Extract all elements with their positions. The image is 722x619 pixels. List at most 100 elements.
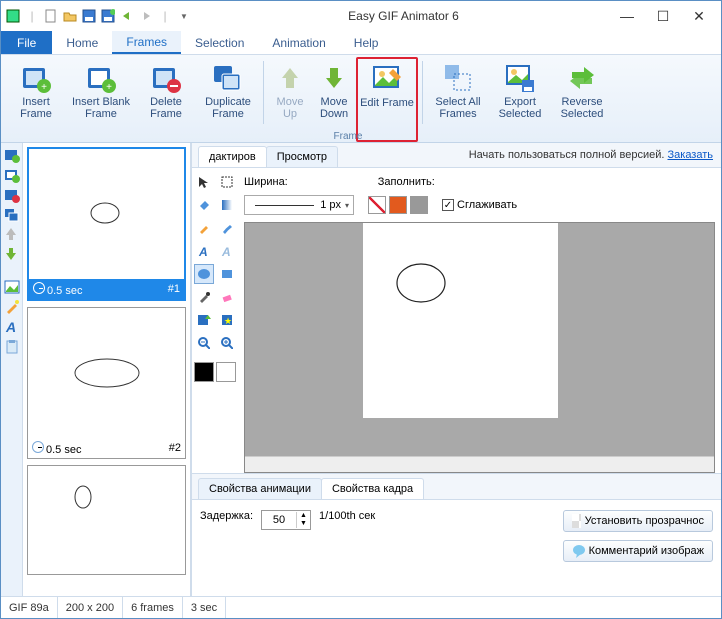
tab-frame-props[interactable]: Свойства кадра — [321, 478, 424, 499]
cursor-tool[interactable] — [194, 172, 214, 192]
frame-index: #2 — [169, 442, 181, 454]
open-icon[interactable] — [62, 8, 78, 24]
import-tool[interactable] — [194, 310, 214, 330]
frame-item[interactable] — [27, 465, 186, 575]
move-up-button[interactable]: Move Up — [268, 57, 312, 142]
set-transparent-button[interactable]: Установить прозрачнос — [563, 510, 713, 532]
side-magic-icon[interactable] — [4, 299, 20, 315]
delay-unit: 1/100th сек — [319, 510, 375, 522]
image-comment-button[interactable]: Комментарий изображ — [563, 540, 713, 562]
color-swatches — [194, 362, 237, 382]
canvas[interactable] — [363, 223, 558, 418]
close-button[interactable]: ✕ — [687, 8, 711, 25]
scrollbar-horizontal[interactable] — [245, 456, 714, 472]
title-bar: | | ▼ Easy GIF Animator 6 ― ☐ ✕ — [1, 1, 721, 31]
ribbon: + Insert Frame + Insert Blank Frame Dele… — [1, 55, 721, 143]
width-select[interactable]: 1 px ▾ — [244, 195, 354, 215]
text-fx-tool[interactable]: A — [217, 241, 237, 261]
width-label: Ширина: — [244, 176, 288, 188]
move-down-button[interactable]: Move Down — [312, 57, 356, 142]
fill-solid[interactable] — [389, 196, 407, 214]
svg-text:★: ★ — [224, 316, 232, 326]
fill-tool[interactable] — [194, 195, 214, 215]
side-blank-icon[interactable] — [4, 167, 20, 183]
background-color[interactable] — [216, 362, 236, 382]
trial-message: Начать пользоваться полной версией. Зака… — [461, 145, 721, 165]
side-image-icon[interactable] — [4, 279, 20, 295]
window-title: Easy GIF Animator 6 — [192, 9, 615, 23]
status-version: GIF 89a — [1, 597, 58, 618]
side-clipboard-icon[interactable] — [4, 339, 20, 355]
eraser-tool[interactable] — [217, 287, 237, 307]
delay-input[interactable]: ▲▼ — [261, 510, 311, 530]
duplicate-frame-button[interactable]: Duplicate Frame — [197, 57, 259, 142]
editor-area: дактиров Просмотр Начать пользоваться по… — [191, 143, 721, 597]
fill-grey[interactable] — [410, 196, 428, 214]
zoom-out-tool[interactable] — [194, 333, 214, 353]
maximize-button[interactable]: ☐ — [651, 8, 675, 25]
divider: | — [24, 8, 40, 24]
new-icon[interactable] — [43, 8, 59, 24]
select-all-button[interactable]: Select All Frames — [427, 57, 489, 142]
gradient-tool[interactable] — [217, 195, 237, 215]
save-as-icon[interactable] — [100, 8, 116, 24]
clock-icon — [32, 441, 44, 453]
save-icon[interactable] — [81, 8, 97, 24]
property-tabs: Свойства анимации Свойства кадра — [192, 473, 721, 499]
zoom-in-tool[interactable] — [217, 333, 237, 353]
status-size: 200 x 200 — [58, 597, 123, 618]
file-tab[interactable]: File — [1, 31, 52, 54]
undo-icon[interactable] — [119, 8, 135, 24]
frame-index: #1 — [168, 283, 180, 295]
tab-frames[interactable]: Frames — [112, 31, 181, 54]
tab-help[interactable]: Help — [340, 31, 393, 54]
frame-item[interactable]: 0.5 sec #2 — [27, 307, 186, 459]
frame-item[interactable]: 0.5 sec #1 — [27, 147, 186, 301]
status-bar: GIF 89a 200 x 200 6 frames 3 sec — [1, 596, 721, 618]
qat-dropdown-icon[interactable]: ▼ — [176, 8, 192, 24]
foreground-color[interactable] — [194, 362, 214, 382]
frame-thumbnail — [28, 466, 185, 574]
canvas-area[interactable] — [244, 222, 715, 473]
tab-animation[interactable]: Animation — [258, 31, 339, 54]
order-link[interactable]: Заказать — [668, 149, 714, 161]
frame-time: 0.5 sec — [46, 444, 81, 456]
side-delete-icon[interactable] — [4, 187, 20, 203]
frame-time: 0.5 sec — [47, 285, 82, 297]
frames-panel[interactable]: 0.5 sec #1 0.5 sec #2 — [23, 143, 191, 597]
frame-thumbnail — [29, 149, 184, 279]
tab-home[interactable]: Home — [52, 31, 112, 54]
side-text-icon[interactable]: A — [4, 319, 20, 335]
edit-frame-button[interactable]: Edit Frame — [356, 57, 418, 142]
eyedrop-tool[interactable] — [194, 287, 214, 307]
fill-none[interactable] — [368, 196, 386, 214]
minimize-button[interactable]: ― — [615, 8, 639, 25]
svg-text:+: + — [106, 82, 112, 93]
redo-icon[interactable] — [138, 8, 154, 24]
delete-frame-button[interactable]: Delete Frame — [135, 57, 197, 142]
insert-frame-button[interactable]: + Insert Frame — [5, 57, 67, 142]
rect-tool[interactable] — [217, 264, 237, 284]
side-down-icon[interactable] — [4, 247, 20, 263]
status-frames: 6 frames — [123, 597, 183, 618]
export-selected-button[interactable]: Export Selected — [489, 57, 551, 142]
text-tool[interactable]: A — [194, 241, 214, 261]
ribbon-group-label: Frame — [255, 131, 441, 142]
pencil-tool[interactable] — [194, 218, 214, 238]
tab-selection[interactable]: Selection — [181, 31, 258, 54]
side-up-icon[interactable] — [4, 227, 20, 243]
property-panel: Задержка: ▲▼ 1/100th сек Установить проз… — [192, 499, 721, 597]
side-insert-icon[interactable] — [4, 147, 20, 163]
magic-tool[interactable]: ★ — [217, 310, 237, 330]
reverse-selected-button[interactable]: Reverse Selected — [551, 57, 613, 142]
tab-anim-props[interactable]: Свойства анимации — [198, 478, 322, 499]
tab-edit[interactable]: дактиров — [198, 146, 267, 167]
brush-tool[interactable] — [217, 218, 237, 238]
ellipse-tool[interactable] — [194, 264, 214, 284]
marquee-tool[interactable] — [217, 172, 237, 192]
quick-access-toolbar: | | ▼ — [5, 8, 192, 24]
side-duplicate-icon[interactable] — [4, 207, 20, 223]
smooth-checkbox[interactable]: ✓Сглаживать — [442, 199, 517, 211]
insert-blank-frame-button[interactable]: + Insert Blank Frame — [67, 57, 135, 142]
tab-preview[interactable]: Просмотр — [266, 146, 338, 167]
